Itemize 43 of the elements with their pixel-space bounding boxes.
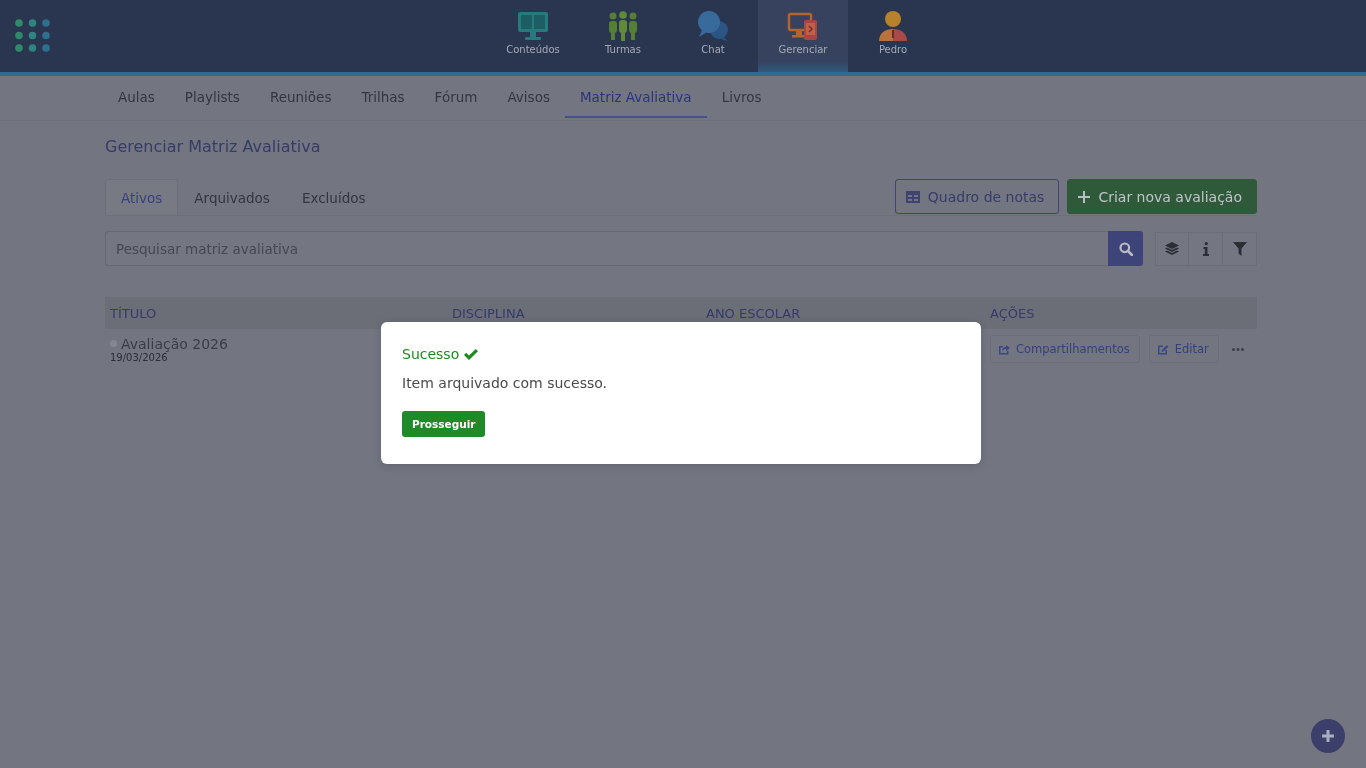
filter-icon [1232, 241, 1247, 256]
nav-tab[interactable]: Fórum [419, 76, 493, 118]
filter-button[interactable] [1223, 231, 1257, 266]
layers-button[interactable] [1155, 231, 1189, 266]
more-icon [1231, 347, 1244, 351]
monitor-book-icon [517, 11, 549, 41]
info-button[interactable] [1189, 231, 1223, 266]
add-button[interactable] [1311, 719, 1345, 753]
nav-tab[interactable]: Trilhas [346, 76, 420, 118]
people-icon [607, 11, 639, 41]
share-icon [998, 343, 1010, 355]
nav-tab[interactable]: Avisos [492, 76, 565, 118]
person-icon [877, 11, 909, 41]
check-icon [464, 348, 479, 360]
nav-tab[interactable]: Matriz Avaliativa [564, 76, 707, 118]
status-tab[interactable]: Excluídos [285, 179, 382, 215]
layers-icon [1165, 241, 1179, 256]
row-date: 19/03/2026 [110, 351, 168, 363]
status-tab[interactable]: Ativos [105, 179, 179, 215]
status-tab[interactable]: Arquivados [178, 179, 286, 215]
nav-tab[interactable]: Aulas [103, 76, 170, 118]
dialog-message: Item arquivado com sucesso. [402, 375, 607, 391]
nav-item[interactable]: Gerenciar [758, 0, 848, 72]
edit-button[interactable]: Editar [1148, 335, 1219, 363]
search-button[interactable] [1108, 231, 1143, 266]
share-button[interactable]: Compartilhamentos [990, 335, 1140, 363]
plus-icon [1078, 190, 1091, 203]
row-title: Avaliação 2026 [121, 335, 228, 352]
page-title: Gerenciar Matriz Avaliativa [105, 137, 322, 157]
nav-tab[interactable]: Playlists [169, 76, 255, 118]
continue-button[interactable]: Prosseguir [402, 411, 486, 437]
nav-tab[interactable]: Livros [706, 76, 777, 118]
search-icon [1118, 241, 1133, 256]
table-icon [905, 190, 920, 203]
edit-icon [1156, 343, 1169, 355]
monitor-phone-icon [787, 11, 819, 41]
dialog-title: Sucesso [402, 346, 460, 362]
nav-tab[interactable]: Reuniões [254, 76, 347, 118]
grades-button[interactable]: Quadro de notas [894, 179, 1060, 214]
create-button[interactable]: Criar nova avaliação [1067, 179, 1257, 214]
info-icon [1202, 241, 1209, 256]
speech-bubbles-icon [697, 11, 729, 41]
dot-grid-icon[interactable] [15, 19, 50, 52]
